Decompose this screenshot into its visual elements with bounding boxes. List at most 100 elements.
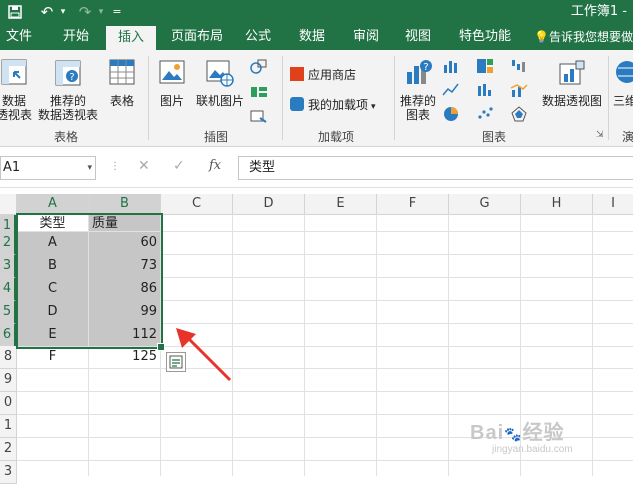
cell-a2[interactable]: A <box>17 232 88 254</box>
row-header[interactable]: 5 <box>0 301 16 324</box>
redo-dropdown-icon[interactable]: ▾ <box>96 0 106 24</box>
group-separator <box>394 56 395 140</box>
recommended-charts-button[interactable]: ? 推荐的 图表 <box>398 58 438 122</box>
3d-map-label: 三维 <box>613 94 633 108</box>
recommended-pivot-button[interactable]: ? 推荐的 数据透视表 <box>36 58 100 122</box>
row-header[interactable]: 8 <box>0 346 17 369</box>
tab-formulas[interactable]: 公式 <box>240 24 276 50</box>
cell-b2[interactable]: 60 <box>89 232 160 254</box>
line-chart-icon[interactable] <box>442 82 460 98</box>
cell-b6[interactable]: 112 <box>89 324 160 346</box>
3d-map-button[interactable]: 三维 <box>613 58 633 108</box>
tell-me-box[interactable]: 💡告诉我您想要做 <box>534 24 633 50</box>
cell-a7[interactable]: F <box>17 346 88 368</box>
worksheet-grid[interactable]: A B C D E F G H I 1 2 3 4 5 6 7 8 9 0 1 … <box>0 194 633 484</box>
pie-chart-icon[interactable] <box>442 106 460 122</box>
row-header[interactable]: 1 <box>0 415 17 438</box>
cell-b7[interactable]: 125 <box>89 346 160 368</box>
recommended-charts-label-2: 图表 <box>405 108 430 122</box>
pivot-chart-button[interactable]: 数据透视图 <box>540 58 604 108</box>
save-icon[interactable] <box>4 0 26 24</box>
insert-function-button[interactable]: fx <box>209 158 221 173</box>
select-all-corner[interactable] <box>0 194 17 215</box>
screenshot-icon[interactable] <box>250 108 268 124</box>
enter-icon[interactable]: ✓ <box>173 158 185 174</box>
name-box-dropdown-icon[interactable]: ▾ <box>87 157 92 179</box>
scatter-chart-icon[interactable] <box>476 106 494 122</box>
tab-home[interactable]: 开始 <box>56 24 96 50</box>
group-label-illustrations: 插图 <box>204 130 229 144</box>
waterfall-chart-icon[interactable] <box>510 58 528 74</box>
col-header-e[interactable]: E <box>305 194 377 215</box>
undo-dropdown-icon[interactable]: ▾ <box>58 0 68 24</box>
store-label: 应用商店 <box>308 68 357 82</box>
cancel-icon[interactable]: ✕ <box>138 158 150 174</box>
pivot-table-label-2: 透视表 <box>0 108 33 122</box>
row-header[interactable]: 4 <box>0 278 16 301</box>
col-header-h[interactable]: H <box>521 194 593 215</box>
formula-input[interactable]: 类型 <box>238 156 633 180</box>
col-header-i[interactable]: I <box>593 194 633 215</box>
row-header[interactable]: 3 <box>0 255 16 278</box>
cell-b4[interactable]: 86 <box>89 278 160 300</box>
col-header-g[interactable]: G <box>449 194 521 215</box>
dialog-launcher-icon[interactable]: ⇲ <box>596 130 604 140</box>
svg-text:?: ? <box>69 72 74 83</box>
more-options-icon[interactable]: ⋮ <box>110 161 120 172</box>
column-chart-icon[interactable] <box>442 58 460 74</box>
col-header-b[interactable]: B <box>89 194 161 215</box>
annotation-arrow-icon <box>176 328 232 382</box>
cell-a5[interactable]: D <box>17 301 88 323</box>
3d-map-icon <box>616 61 633 83</box>
group-separator <box>148 56 149 140</box>
cell-a6[interactable]: E <box>17 324 88 346</box>
customize-qat-icon[interactable]: = <box>110 0 124 24</box>
name-box[interactable]: A1 ▾ <box>0 156 96 180</box>
cell-a3[interactable]: B <box>17 255 88 277</box>
group-separator <box>282 56 283 140</box>
cell-a4[interactable]: C <box>17 278 88 300</box>
table-button[interactable]: 表格 <box>104 58 140 108</box>
shapes-icon[interactable] <box>250 58 268 74</box>
radar-chart-icon[interactable] <box>510 106 528 122</box>
hierarchy-chart-icon[interactable] <box>476 58 494 74</box>
tab-special[interactable]: 特色功能 <box>454 24 516 50</box>
store-button[interactable]: 应用商店 <box>290 66 356 83</box>
svg-text:?: ? <box>423 62 428 73</box>
statistic-chart-icon[interactable] <box>476 82 494 98</box>
combo-chart-icon[interactable] <box>510 82 528 98</box>
cell-b3[interactable]: 73 <box>89 255 160 277</box>
tab-insert[interactable]: 插入 <box>106 26 156 50</box>
col-header-a[interactable]: A <box>17 194 89 215</box>
online-pictures-icon <box>206 60 234 87</box>
pivot-chart-icon <box>559 60 585 85</box>
col-header-f[interactable]: F <box>377 194 449 215</box>
row-header[interactable]: 0 <box>0 392 17 415</box>
tab-page-layout[interactable]: 页面布局 <box>166 24 228 50</box>
row-header[interactable]: 3 <box>0 461 17 484</box>
group-label-tables: 表格 <box>54 130 79 144</box>
smartart-icon[interactable] <box>250 84 268 100</box>
pivot-chart-label: 数据透视图 <box>541 94 602 108</box>
tab-data[interactable]: 数据 <box>294 24 330 50</box>
row-header[interactable]: 2 <box>0 438 17 461</box>
group-label-tours: 演 <box>622 130 633 144</box>
row-header[interactable]: 6 <box>0 324 16 347</box>
redo-icon[interactable]: ↷ <box>74 0 96 24</box>
undo-icon[interactable]: ↶ <box>36 0 58 24</box>
online-pictures-button[interactable]: 联机图片 <box>192 58 248 108</box>
tab-view[interactable]: 视图 <box>400 24 436 50</box>
recommended-pivot-label-1: 推荐的 <box>49 94 86 108</box>
col-header-c[interactable]: C <box>161 194 233 215</box>
my-addins-button[interactable]: 我的加载项 ▾ <box>290 96 376 113</box>
cell-b5[interactable]: 99 <box>89 301 160 323</box>
tab-review[interactable]: 审阅 <box>348 24 384 50</box>
picture-button[interactable]: 图片 <box>154 58 190 108</box>
picture-icon <box>159 60 185 84</box>
col-header-d[interactable]: D <box>233 194 305 215</box>
pivot-table-button[interactable]: 数据 透视表 <box>0 58 32 122</box>
group-separator <box>608 56 609 140</box>
row-header[interactable]: 2 <box>0 232 16 255</box>
row-header[interactable]: 9 <box>0 369 17 392</box>
tab-file[interactable]: 文件 <box>2 24 36 50</box>
